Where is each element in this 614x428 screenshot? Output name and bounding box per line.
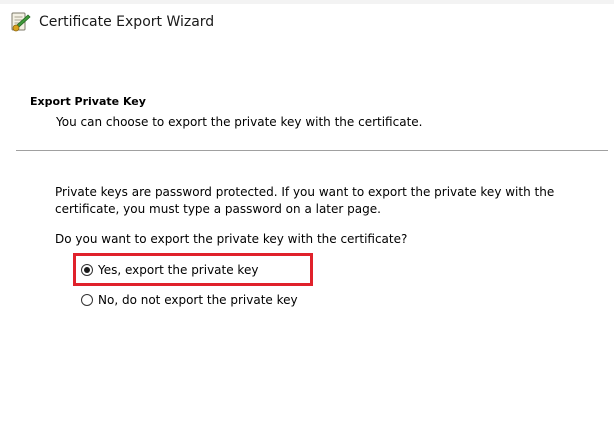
radio-unselected-indicator[interactable] <box>81 294 93 306</box>
radio-no-label[interactable]: No, do not export the private key <box>98 293 298 308</box>
radio-no-export-key[interactable]: No, do not export the private key <box>81 291 298 309</box>
red-highlight-box <box>73 253 313 286</box>
page-subtitle: You can choose to export the private key… <box>56 115 423 129</box>
certificate-wizard-icon <box>8 10 32 34</box>
header-divider <box>16 150 608 151</box>
certificate-export-wizard-window: Certificate Export Wizard Export Private… <box>0 0 614 428</box>
private-key-description: Private keys are password protected. If … <box>55 185 555 216</box>
title-bar: Certificate Export Wizard <box>0 4 614 40</box>
page-heading: Export Private Key <box>30 95 146 108</box>
window-title: Certificate Export Wizard <box>39 14 215 30</box>
export-key-question: Do you want to export the private key wi… <box>55 232 408 246</box>
